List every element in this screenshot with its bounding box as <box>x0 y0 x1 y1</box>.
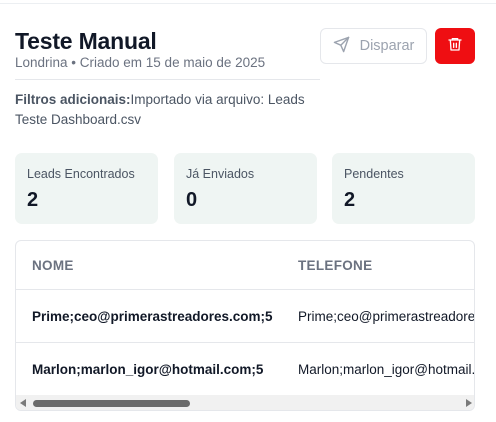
row-divider <box>16 342 474 343</box>
send-button[interactable]: Disparar <box>320 28 427 64</box>
stat-value: 2 <box>27 189 39 211</box>
stat-value: 2 <box>344 189 356 211</box>
page-title: Teste Manual <box>15 28 157 54</box>
scrollbar-thumb[interactable] <box>33 400 190 407</box>
header-row-divider <box>16 289 474 290</box>
header-divider <box>15 79 320 80</box>
leads-table: NOME TELEFONE Prime;ceo@primerastreadore… <box>15 240 475 411</box>
cell-nome: Marlon;marlon_igor@hotmail.com;5 <box>32 362 264 377</box>
trash-icon <box>447 36 463 57</box>
stat-label: Leads Encontrados <box>27 167 135 181</box>
cell-telefone: Marlon;marlon_igor@hotmail.com;5 <box>298 362 475 377</box>
stat-label: Pendentes <box>344 167 404 181</box>
page-subtitle: Londrina • Criado em 15 de maio de 2025 <box>15 55 266 70</box>
scroll-right-arrow-icon[interactable] <box>466 399 472 407</box>
cell-telefone: Prime;ceo@primerastreadores.com;5 <box>298 309 475 324</box>
scroll-left-arrow-icon[interactable] <box>20 399 26 407</box>
column-header-telefone[interactable]: TELEFONE <box>298 258 372 273</box>
delete-button[interactable] <box>435 28 475 64</box>
stat-card-leads-found: Leads Encontrados 2 <box>15 153 158 224</box>
top-divider <box>0 3 496 4</box>
stat-value: 0 <box>186 189 198 211</box>
cell-nome: Prime;ceo@primerastreadores.com;5 <box>32 309 273 324</box>
stat-label: Já Enviados <box>186 167 255 181</box>
send-button-label: Disparar <box>359 38 415 54</box>
stat-card-already-sent: Já Enviados 0 <box>174 153 317 224</box>
horizontal-scrollbar[interactable] <box>16 395 474 410</box>
filters-info: Filtros adicionais:Importado via arquivo… <box>15 90 315 130</box>
stat-card-pending: Pendentes 2 <box>332 153 475 224</box>
filters-label: Filtros adicionais: <box>15 92 131 107</box>
paper-plane-icon <box>333 36 350 57</box>
column-header-nome[interactable]: NOME <box>32 258 74 273</box>
